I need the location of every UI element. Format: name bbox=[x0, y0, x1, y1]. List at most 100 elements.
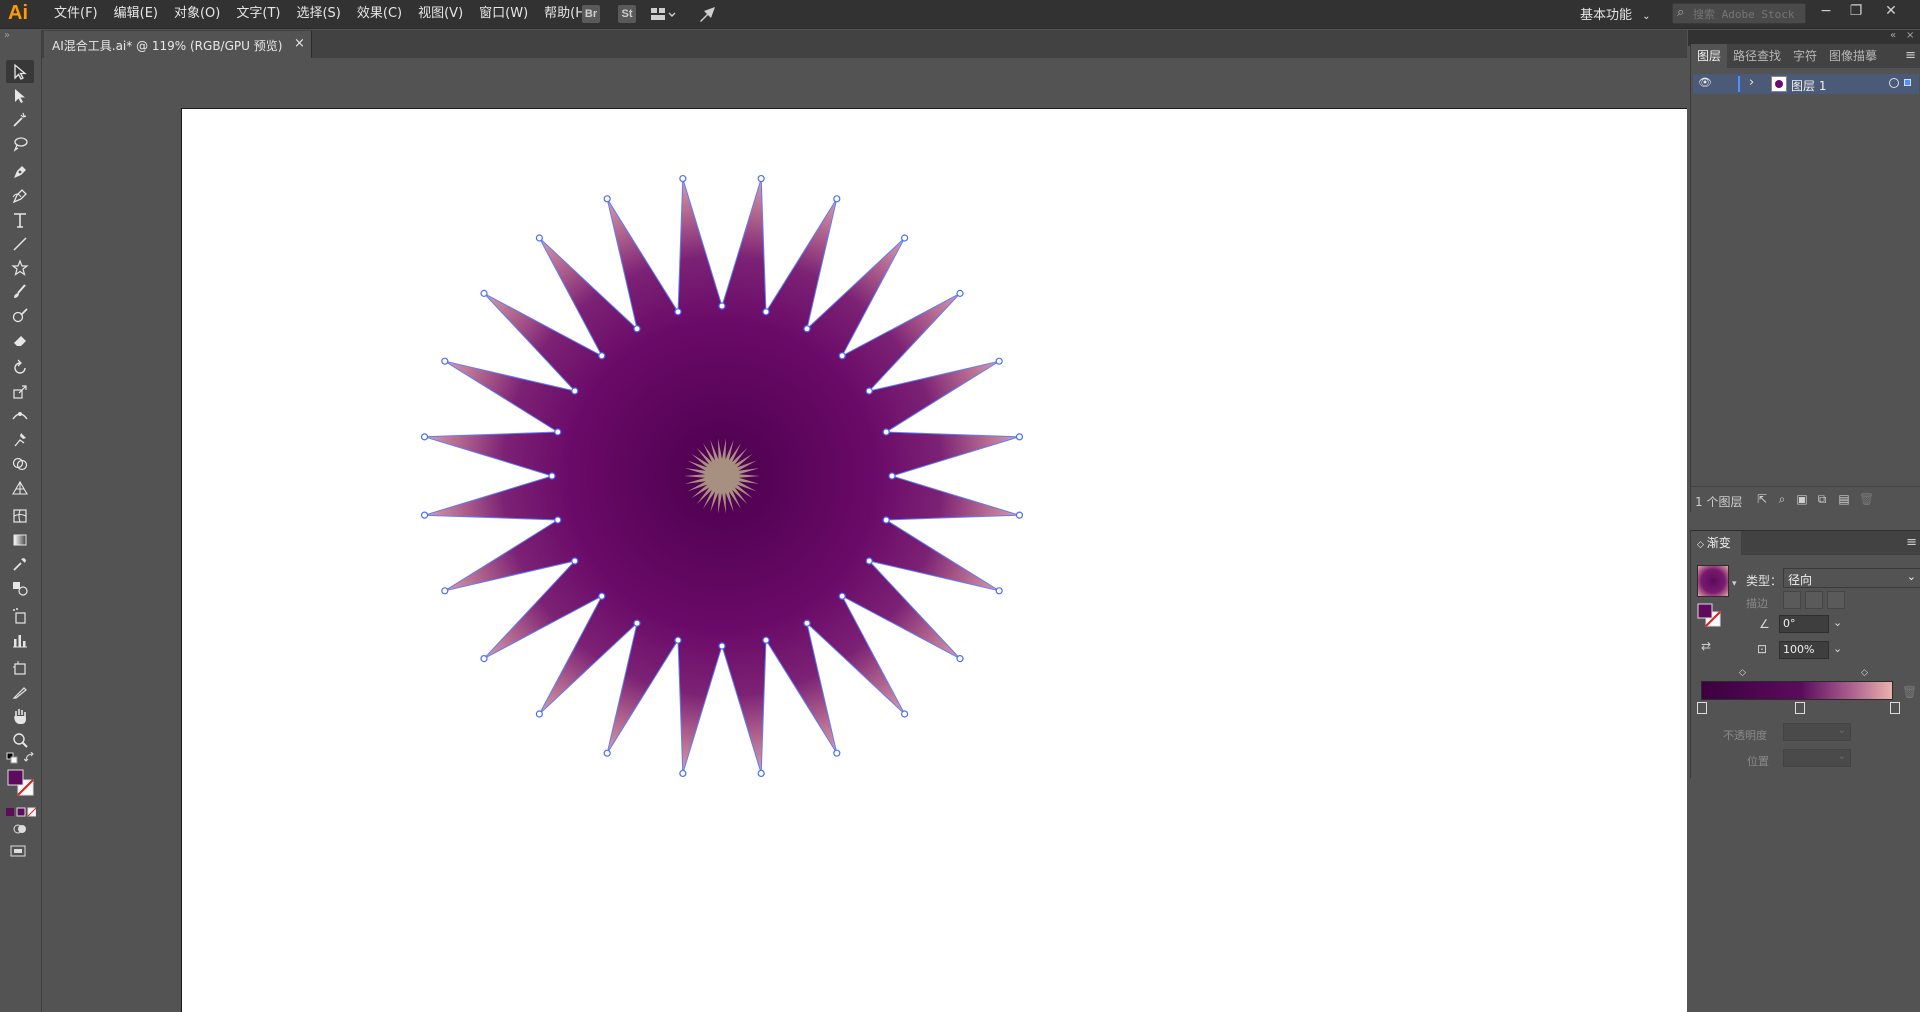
magic-wand-tool-icon[interactable] bbox=[6, 108, 34, 131]
anchor-point[interactable] bbox=[480, 289, 488, 297]
zoom-tool-icon[interactable] bbox=[6, 728, 34, 751]
anchor-point[interactable] bbox=[901, 234, 909, 242]
artboard-tool-icon[interactable] bbox=[6, 656, 34, 679]
chevron-down-icon[interactable]: ⌄ bbox=[1833, 642, 1842, 655]
close-panels-icon[interactable]: × bbox=[1906, 30, 1914, 41]
menu-type[interactable]: 文字(T) bbox=[228, 6, 288, 22]
paintbrush-tool-icon[interactable] bbox=[6, 280, 34, 303]
anchor-point[interactable] bbox=[674, 308, 682, 316]
anchor-point[interactable] bbox=[718, 302, 726, 310]
expand-chevron-icon[interactable]: › bbox=[1749, 75, 1754, 90]
anchor-point[interactable] bbox=[1015, 511, 1024, 519]
gradient-panel-title[interactable]: ◇ 渐变 bbox=[1691, 531, 1741, 555]
anchor-point[interactable] bbox=[956, 655, 964, 663]
screen-mode-icon[interactable] bbox=[10, 844, 28, 861]
perspective-grid-tool-icon[interactable] bbox=[6, 476, 34, 499]
anchor-point[interactable] bbox=[571, 387, 579, 395]
blend-artwork[interactable] bbox=[182, 109, 1682, 1009]
artboard[interactable] bbox=[181, 108, 1687, 1012]
type-tool-icon[interactable] bbox=[6, 208, 34, 231]
slice-tool-icon[interactable] bbox=[6, 680, 34, 703]
anchor-point[interactable] bbox=[679, 769, 687, 778]
anchor-point[interactable] bbox=[803, 325, 811, 333]
gradient-type-select[interactable]: 径向 ⌄ bbox=[1783, 568, 1920, 588]
anchor-point[interactable] bbox=[882, 428, 890, 436]
anchor-point[interactable] bbox=[674, 636, 682, 644]
stroke-gradient-across-button[interactable] bbox=[1827, 591, 1845, 609]
gpu-performance-icon[interactable] bbox=[698, 5, 718, 26]
rotate-tool-icon[interactable] bbox=[6, 356, 34, 379]
default-colors-icon[interactable] bbox=[6, 752, 18, 767]
symbol-sprayer-tool-icon[interactable] bbox=[6, 604, 34, 627]
anchor-point[interactable] bbox=[633, 619, 641, 627]
anchor-point[interactable] bbox=[603, 749, 611, 757]
make-clipping-mask-icon[interactable]: ▣ bbox=[1795, 492, 1809, 506]
lasso-tool-icon[interactable] bbox=[6, 132, 34, 155]
swap-colors-icon[interactable] bbox=[23, 751, 36, 767]
panel-collapse-icon[interactable]: » bbox=[4, 30, 38, 42]
close-tab-icon[interactable]: × bbox=[294, 36, 305, 51]
stroke-gradient-within-button[interactable] bbox=[1783, 591, 1801, 609]
create-sublayer-icon[interactable]: ⧉ bbox=[1815, 492, 1829, 506]
menu-file[interactable]: 文件(F) bbox=[46, 6, 106, 22]
anchor-point[interactable] bbox=[888, 472, 896, 480]
eyedropper-tool-icon[interactable] bbox=[6, 552, 34, 575]
anchor-point[interactable] bbox=[762, 636, 770, 644]
drawing-modes-icon[interactable] bbox=[12, 822, 28, 839]
anchor-point[interactable] bbox=[865, 387, 873, 395]
anchor-point[interactable] bbox=[420, 433, 429, 441]
anchor-point[interactable] bbox=[441, 587, 449, 595]
star-tool-icon[interactable] bbox=[6, 256, 34, 279]
document-tab[interactable]: AI混合工具.ai* @ 119% (RGB/GPU 预览) × bbox=[44, 31, 312, 58]
menu-window[interactable]: 窗口(W) bbox=[471, 6, 536, 22]
blend-tool-icon[interactable] bbox=[6, 576, 34, 599]
anchor-point[interactable] bbox=[995, 587, 1003, 595]
anchor-point[interactable] bbox=[679, 174, 687, 183]
gradient-preview-swatch[interactable] bbox=[1697, 565, 1729, 597]
angle-input[interactable]: 0° bbox=[1779, 615, 1829, 633]
anchor-point[interactable] bbox=[554, 428, 562, 436]
visibility-eye-icon[interactable]: 👁 bbox=[1698, 76, 1712, 89]
tab-character[interactable]: 字符 bbox=[1787, 44, 1823, 68]
collapse-panels-icon[interactable]: « bbox=[1890, 30, 1896, 41]
gradient-stop[interactable] bbox=[1795, 702, 1805, 714]
stock-search[interactable]: ⌕ bbox=[1672, 3, 1806, 24]
anchor-point[interactable] bbox=[554, 516, 562, 524]
column-graph-tool-icon[interactable] bbox=[6, 628, 34, 651]
shaper-tool-icon[interactable] bbox=[6, 304, 34, 327]
chevron-down-icon[interactable]: ⌄ bbox=[1833, 616, 1842, 629]
location-field[interactable]: ⌄ bbox=[1783, 749, 1851, 767]
new-layer-icon[interactable]: ▤ bbox=[1837, 492, 1851, 506]
anchor-point[interactable] bbox=[757, 174, 765, 183]
gradient-tool-icon[interactable] bbox=[6, 528, 34, 551]
anchor-point[interactable] bbox=[956, 289, 964, 297]
pen-tool-icon[interactable] bbox=[6, 160, 34, 183]
gradient-slider[interactable] bbox=[1701, 681, 1893, 700]
panel-menu-icon[interactable]: ≡ bbox=[1905, 48, 1916, 63]
panel-menu-icon[interactable]: ≡ bbox=[1906, 535, 1917, 550]
canvas-area[interactable] bbox=[42, 58, 1687, 1012]
width-tool-icon[interactable] bbox=[6, 404, 34, 427]
anchor-point[interactable] bbox=[598, 592, 606, 600]
anchor-point[interactable] bbox=[882, 516, 890, 524]
anchor-point[interactable] bbox=[598, 352, 606, 360]
layer-target-icon[interactable] bbox=[1889, 78, 1899, 88]
tab-layers[interactable]: 图层 bbox=[1691, 44, 1728, 68]
shape-builder-tool-icon[interactable] bbox=[6, 452, 34, 475]
scale-tool-icon[interactable] bbox=[6, 380, 34, 403]
mesh-tool-icon[interactable] bbox=[6, 504, 34, 527]
tab-image-trace[interactable]: 图像描摹 bbox=[1823, 44, 1883, 68]
stroke-gradient-along-button[interactable] bbox=[1805, 591, 1823, 609]
color-mode-icons[interactable] bbox=[6, 806, 37, 820]
anchor-point[interactable] bbox=[757, 769, 765, 778]
menu-view[interactable]: 视图(V) bbox=[410, 6, 471, 22]
anchor-point[interactable] bbox=[480, 655, 488, 663]
anchor-point[interactable] bbox=[901, 710, 909, 718]
aspect-ratio-input[interactable]: 100% bbox=[1779, 641, 1829, 659]
layer-name[interactable]: 图层 1 bbox=[1791, 77, 1826, 94]
minimize-button[interactable]: − bbox=[1815, 2, 1837, 22]
gradient-presets-dropdown-icon[interactable]: ▾ bbox=[1732, 579, 1737, 589]
menu-edit[interactable]: 编辑(E) bbox=[106, 6, 166, 22]
direct-selection-tool-icon[interactable] bbox=[6, 84, 34, 107]
stock-search-input[interactable] bbox=[1693, 6, 1801, 22]
